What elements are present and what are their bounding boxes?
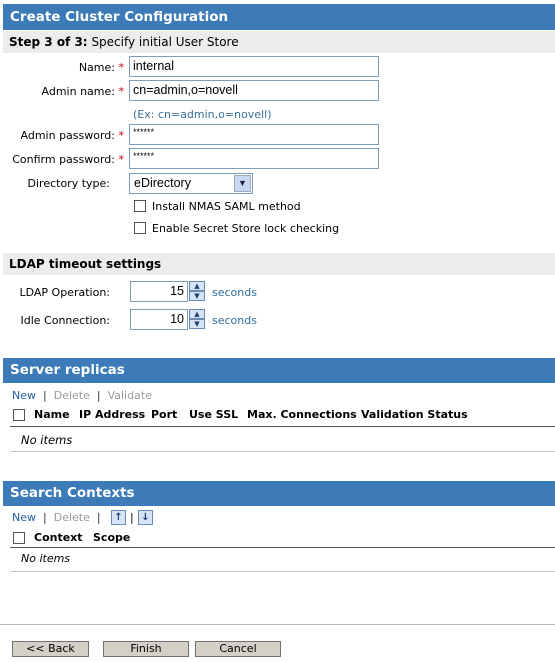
table-bottom-divider <box>10 451 555 452</box>
toolbar-separator: | <box>43 389 47 402</box>
arrow-down-icon[interactable]: ▼ <box>189 319 205 329</box>
arrow-down-icon[interactable]: ▼ <box>189 291 205 301</box>
column-header-ip-address: IP Address <box>79 408 146 421</box>
column-header-scope: Scope <box>93 531 131 544</box>
arrow-up-icon[interactable]: ▲ <box>189 281 205 291</box>
move-down-icon[interactable]: ↓ <box>138 510 153 525</box>
ldap-operation-label: LDAP Operation: <box>19 286 110 299</box>
directory-type-value: eDirectory <box>134 176 191 190</box>
toolbar-separator: | <box>130 511 134 524</box>
idle-connection-unit: seconds <box>212 314 257 327</box>
finish-button[interactable]: Finish <box>103 641 189 657</box>
idle-connection-stepper[interactable]: ▲ ▼ <box>189 309 205 329</box>
replicas-toolbar: New | Delete | Validate <box>12 389 152 402</box>
move-up-icon[interactable]: ↑ <box>111 510 126 525</box>
column-header-validation-status: Validation Status <box>361 408 468 421</box>
column-header-context: Context <box>34 531 83 544</box>
secret-store-label: Enable Secret Store lock checking <box>152 222 340 235</box>
contexts-empty-message: No items <box>21 552 71 565</box>
table-header-divider <box>10 426 555 427</box>
server-replicas-title: Server replicas <box>3 358 555 383</box>
required-mark: * <box>118 85 125 98</box>
directory-type-label: Directory type: <box>27 177 110 190</box>
table-header-divider <box>10 547 555 548</box>
replicas-empty-message: No items <box>21 433 73 447</box>
admin-name-hint: (Ex: cn=admin,o=novell) <box>133 108 272 121</box>
ldap-operation-input[interactable]: 15 <box>130 281 188 302</box>
idle-connection-label: Idle Connection: <box>20 314 111 327</box>
confirm-password-input[interactable]: ****** <box>129 148 379 169</box>
confirm-password-label: Confirm password: * <box>12 153 125 166</box>
name-label: Name: * <box>78 61 125 74</box>
column-header-use-ssl: Use SSL <box>189 408 239 421</box>
toolbar-separator: | <box>96 389 101 402</box>
contexts-toolbar: New | Delete | <box>12 511 105 524</box>
name-input[interactable]: internal <box>129 56 379 77</box>
new-context-link[interactable]: New <box>12 511 36 524</box>
new-replica-link[interactable]: New <box>12 389 36 402</box>
step-indicator: Step 3 of 3: Specify initial User Store <box>3 31 555 53</box>
required-mark: * <box>118 61 125 74</box>
ldap-operation-unit: seconds <box>212 286 257 299</box>
install-nmas-label: Install NMAS SAML method <box>152 200 301 213</box>
select-all-contexts-checkbox[interactable] <box>13 532 25 544</box>
step-description: Specify initial User Store <box>91 35 239 49</box>
toolbar-separator: | <box>43 511 47 524</box>
table-bottom-divider <box>10 571 555 572</box>
idle-connection-input[interactable]: 10 <box>130 309 188 330</box>
admin-password-input[interactable]: ****** <box>129 124 379 145</box>
search-contexts-title: Search Contexts <box>3 481 555 506</box>
chevron-down-icon[interactable]: ▼ <box>234 175 251 192</box>
install-nmas-checkbox[interactable] <box>134 200 146 212</box>
admin-name-input[interactable]: cn=admin,o=novell <box>129 80 379 101</box>
admin-name-label: Admin name: * <box>41 85 125 98</box>
page-title: Create Cluster Configuration <box>3 4 555 30</box>
admin-password-label: Admin password: * <box>20 129 125 142</box>
required-mark: * <box>118 153 125 166</box>
step-number: Step 3 of 3: <box>9 35 88 49</box>
required-mark: * <box>118 129 125 142</box>
ldap-operation-stepper[interactable]: ▲ ▼ <box>189 281 205 301</box>
validate-replica-link[interactable]: Validate <box>108 389 152 402</box>
directory-type-select[interactable]: eDirectory ▼ <box>129 173 253 194</box>
delete-context-link[interactable]: Delete <box>54 511 90 524</box>
arrow-up-icon[interactable]: ▲ <box>189 309 205 319</box>
cancel-button[interactable]: Cancel <box>195 641 281 657</box>
secret-store-checkbox[interactable] <box>134 222 146 234</box>
select-all-replicas-checkbox[interactable] <box>13 409 25 421</box>
column-header-max-connections: Max. Connections <box>247 408 357 421</box>
delete-replica-link[interactable]: Delete <box>54 389 90 402</box>
column-header-port: Port <box>151 408 178 421</box>
toolbar-separator: | <box>96 511 101 524</box>
back-button[interactable]: << Back <box>12 641 89 657</box>
ldap-section-title: LDAP timeout settings <box>3 253 555 275</box>
footer-divider <box>0 624 555 625</box>
column-header-name: Name <box>34 408 70 421</box>
